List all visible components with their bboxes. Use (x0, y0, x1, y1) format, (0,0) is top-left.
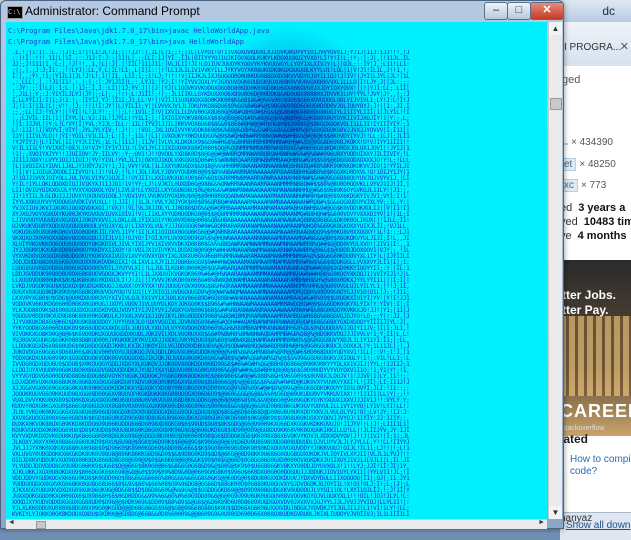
ad-brand: CAREER (560, 401, 631, 421)
tag-count: × 434390 (571, 137, 613, 148)
tag-row: xc × 773 (560, 179, 606, 192)
ad-line-1: tter Jobs. (562, 288, 617, 302)
command-prompt-window[interactable]: C:\ Administrator: Command Prompt – □ ✕ … (0, 0, 564, 529)
console-line: C:\Program Files\Java\jdk1.7.0_17\bin>ja… (8, 27, 270, 35)
tag-count: × 773 (581, 180, 607, 191)
browser-tab-label[interactable]: I PROGRA... (564, 42, 621, 53)
tag-row: et × 48250 (560, 158, 616, 171)
stat-value: 10483 tim (583, 216, 631, 228)
ad-image (560, 316, 631, 396)
scroll-right-icon[interactable]: ► (538, 519, 545, 526)
stat-row: ved 10483 tim (560, 216, 631, 228)
related-link[interactable]: code? (570, 466, 597, 477)
tag-row: × 434390 (560, 137, 613, 148)
browser-tab[interactable]: I PROGRA... ✕ (560, 22, 631, 66)
scroll-up-icon[interactable]: ▲ (549, 22, 562, 35)
stat-value: 3 years a (578, 202, 626, 214)
stat-row: ve 4 months (560, 230, 627, 242)
console-line: C:\Program Files\Java\jdk1.7.0_17\bin>ja… (8, 38, 245, 46)
horizontal-scrollbar[interactable]: ◄ ► (6, 519, 547, 529)
tab-close-icon[interactable]: ✕ (620, 40, 629, 53)
tagged-heading: ged (562, 74, 581, 86)
console-icon[interactable]: C:\ (7, 6, 23, 19)
scroll-down-icon[interactable]: ▼ (549, 506, 562, 519)
console-output[interactable]: C:\Program Files\Java\jdk1.7.0_17\bin>ja… (6, 22, 547, 519)
stat-row: ed 3 years a (560, 202, 625, 214)
ad-line-2: tter Pay. (562, 303, 609, 317)
careers-ad[interactable]: tter Jobs. tter Pay. CAREER stackoverflo… (560, 260, 631, 436)
minimize-button[interactable]: – (484, 2, 508, 20)
close-button[interactable]: ✕ (530, 2, 564, 20)
scroll-thumb[interactable] (550, 98, 562, 110)
stat-value: 4 months (577, 230, 627, 242)
title-bar[interactable]: C:\ Administrator: Command Prompt – □ ✕ (1, 1, 564, 21)
ascii-art-portrait: .L.!;|1:1|.:L.:|J|1;I!1!L1!JL!JI;|:!JJ!:… (12, 50, 410, 518)
window-title: Administrator: Command Prompt (25, 4, 200, 18)
browser-tab-text[interactable]: dc (602, 4, 615, 18)
scroll-left-icon[interactable]: ◄ (8, 519, 15, 526)
tag-count: × 48250 (579, 159, 616, 170)
related-heading: lated (560, 432, 589, 446)
scroll-thumb[interactable] (36, 521, 46, 529)
ad-subtitle: stackoverflow (562, 425, 605, 432)
show-all-downloads-link[interactable]: Show all down (566, 520, 630, 531)
webpage-panel: I PROGRA... ✕ ged × 434390 et × 48250 xc ×… (560, 22, 631, 539)
vertical-scrollbar[interactable]: ▲ ▼ (548, 22, 562, 519)
maximize-button[interactable]: □ (507, 2, 531, 20)
related-link[interactable]: How to compi (570, 454, 631, 465)
download-bar: hanyaz Show all down (560, 512, 631, 540)
